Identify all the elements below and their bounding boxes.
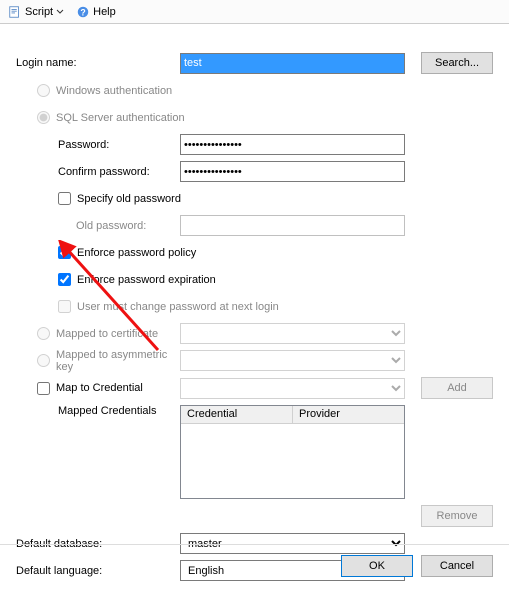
help-label: Help: [93, 6, 116, 18]
specify-old-password-checkbox[interactable]: Specify old password: [16, 190, 316, 208]
windows-auth-radio-label: Windows authentication: [56, 85, 172, 97]
cancel-button[interactable]: Cancel: [421, 555, 493, 577]
password-label: Password:: [16, 139, 180, 151]
script-menu-button[interactable]: Script: [4, 2, 68, 22]
old-password-label: Old password:: [16, 220, 180, 232]
enforce-password-expiration-label: Enforce password expiration: [77, 274, 216, 286]
windows-auth-radio: Windows authentication: [16, 82, 180, 100]
ok-button[interactable]: OK: [341, 555, 413, 577]
enforce-password-policy-checkbox-input[interactable]: [58, 246, 71, 259]
enforce-password-expiration-checkbox-input[interactable]: [58, 273, 71, 286]
svg-text:?: ?: [80, 7, 85, 17]
asymkey-select: [180, 350, 405, 371]
enforce-password-policy-checkbox[interactable]: Enforce password policy: [16, 244, 316, 262]
mapped-credentials-grid[interactable]: Credential Provider: [180, 405, 405, 499]
mapped-to-certificate-radio: Mapped to certificate: [16, 325, 180, 343]
search-button[interactable]: Search...: [421, 52, 493, 74]
windows-auth-radio-input: [37, 84, 50, 97]
old-password-input: [180, 215, 405, 236]
mapped-credentials-label: Mapped Credentials: [16, 405, 180, 417]
confirm-password-input[interactable]: [180, 161, 405, 182]
map-to-credential-checkbox-input[interactable]: [37, 382, 50, 395]
password-input[interactable]: [180, 134, 405, 155]
dialog-footer: OK Cancel: [341, 555, 493, 577]
script-icon: [8, 5, 22, 19]
grid-col-credential: Credential: [181, 406, 293, 423]
sql-auth-radio-label: SQL Server authentication: [56, 112, 185, 124]
specify-old-password-checkbox-input[interactable]: [58, 192, 71, 205]
remove-button: Remove: [421, 505, 493, 527]
mapped-to-asymkey-radio: Mapped to asymmetric key: [16, 352, 180, 370]
user-must-change-checkbox: User must change password at next login: [16, 298, 416, 316]
login-name-label: Login name:: [16, 57, 180, 69]
enforce-password-expiration-checkbox[interactable]: Enforce password expiration: [16, 271, 316, 289]
user-must-change-checkbox-input: [58, 300, 71, 313]
default-language-label: Default language:: [16, 565, 180, 577]
footer-separator: [0, 544, 509, 545]
mapped-to-asymkey-label: Mapped to asymmetric key: [56, 349, 180, 373]
toolbar: Script ? Help: [0, 0, 509, 24]
sql-auth-radio-input: [37, 111, 50, 124]
user-must-change-label: User must change password at next login: [77, 301, 279, 313]
help-button[interactable]: ? Help: [72, 2, 120, 22]
content-area: Login name: Search... Windows authentica…: [0, 24, 509, 595]
add-button: Add: [421, 377, 493, 399]
grid-col-provider: Provider: [293, 406, 404, 423]
enforce-password-policy-label: Enforce password policy: [77, 247, 196, 259]
help-icon: ?: [76, 5, 90, 19]
mapped-to-certificate-radio-input: [37, 327, 50, 340]
map-to-credential-checkbox[interactable]: Map to Credential: [16, 379, 180, 397]
credential-select: [180, 378, 405, 399]
confirm-password-label: Confirm password:: [16, 166, 180, 178]
mapped-to-certificate-label: Mapped to certificate: [56, 328, 158, 340]
map-to-credential-label: Map to Credential: [56, 382, 143, 394]
mapped-to-asymkey-radio-input: [37, 354, 50, 367]
sql-auth-radio: SQL Server authentication: [16, 109, 316, 127]
script-label: Script: [25, 6, 53, 18]
grid-header: Credential Provider: [181, 406, 404, 424]
specify-old-password-label: Specify old password: [77, 193, 181, 205]
chevron-down-icon: [56, 8, 64, 16]
login-name-input[interactable]: [180, 53, 405, 74]
certificate-select: [180, 323, 405, 344]
